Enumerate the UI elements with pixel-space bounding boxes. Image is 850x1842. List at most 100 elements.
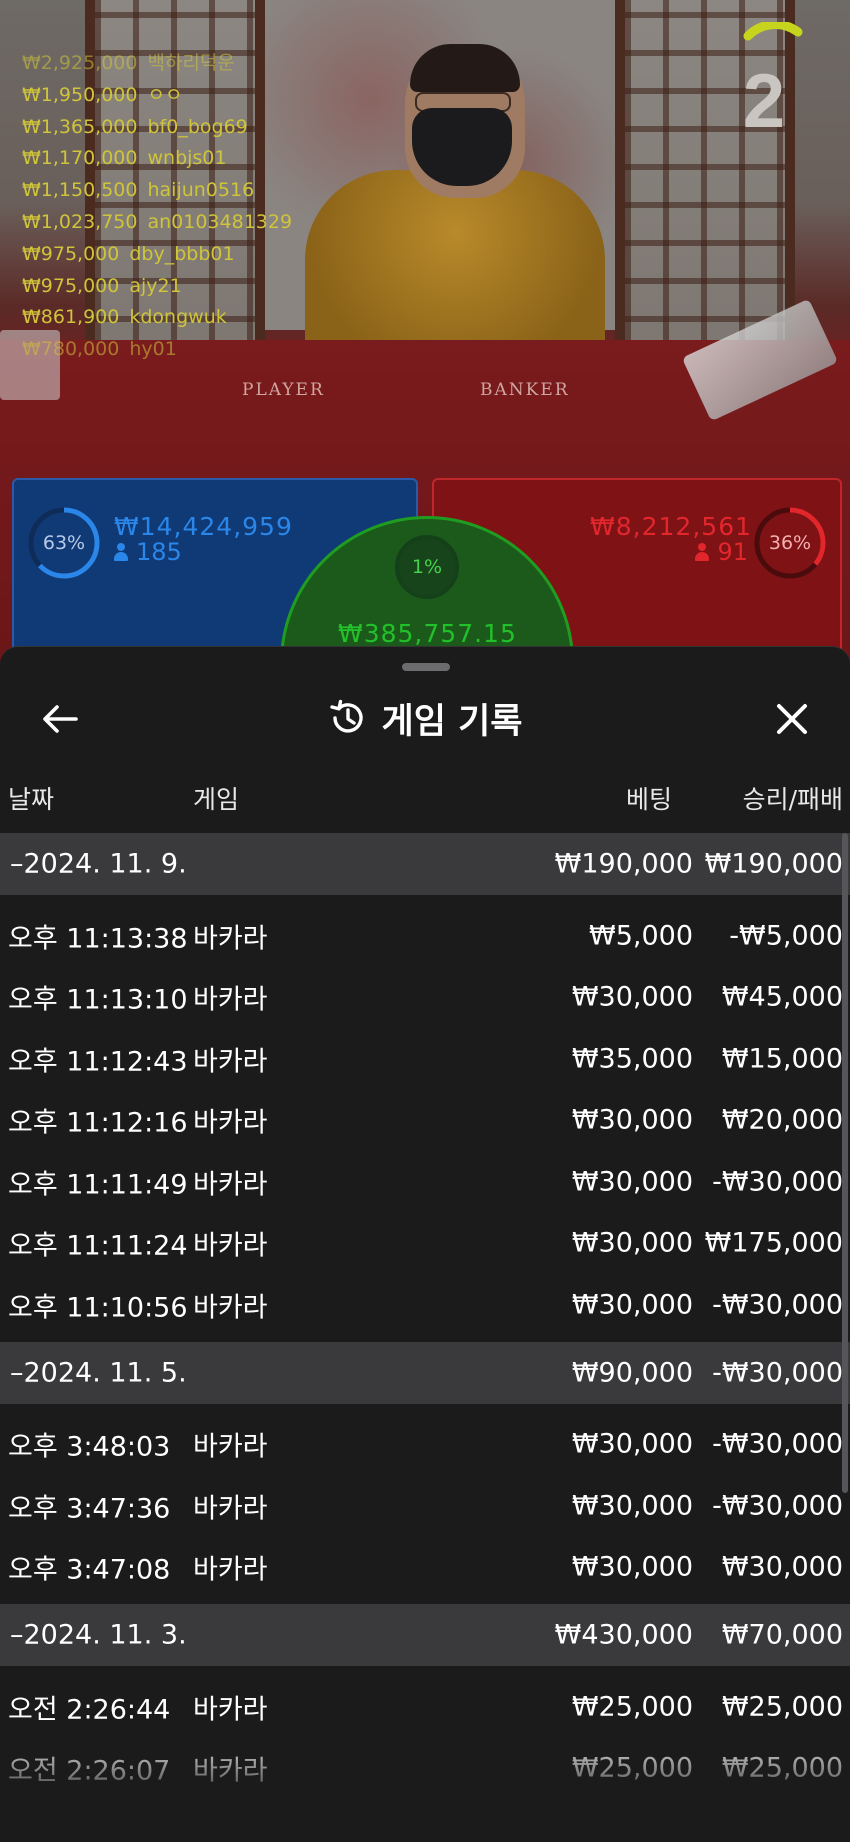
row-profit: ₩45,000 [721, 981, 843, 1013]
group-date: –2024. 11. 5. [10, 1357, 187, 1388]
row-game: 바카라 [193, 1431, 268, 1463]
table-row[interactable]: 오전 2:26:07 바카라 ₩25,000 ₩25,000 [0, 1738, 850, 1800]
history-icon [329, 699, 363, 733]
row-time: 오후 11:10:56 [8, 1292, 188, 1324]
row-game: 바카라 [193, 923, 268, 955]
table-row[interactable]: 오후 11:10:56 바카라 ₩30,000 -₩30,000 [0, 1274, 850, 1336]
leaderboard-username: dby_bbb01 [129, 242, 235, 265]
row-profit: ₩175,000 [704, 1227, 843, 1259]
countdown-timer: 2 [742, 59, 786, 144]
group-profit-total: ₩190,000 [704, 848, 843, 880]
row-game: 바카라 [193, 1292, 268, 1324]
winners-leaderboard: ₩2,925,000 백하리덕운 ₩1,950,000 ㅇㅇ ₩1,365,000 bf0… [22, 48, 292, 366]
row-spacer [0, 895, 850, 905]
group-bet-total: ₩190,000 [554, 848, 693, 880]
row-profit: ₩20,000 [721, 1104, 843, 1136]
row-profit: ₩15,000 [721, 1043, 843, 1075]
leaderboard-row: ₩975,000 ajy21 [22, 271, 292, 303]
player-total-amount: ₩14,424,959 [114, 512, 293, 541]
row-game: 바카라 [193, 1107, 268, 1139]
column-header-profit: 승리/패배 [742, 785, 843, 814]
banker-percent: 36% [768, 532, 812, 554]
row-game: 바카라 [193, 1169, 268, 1201]
date-group-row[interactable]: –2024. 11. 5. ₩90,000 -₩30,000 [0, 1341, 850, 1404]
leaderboard-username: ajy21 [129, 274, 182, 297]
table-row[interactable]: 오후 11:13:10 바카라 ₩30,000 ₩45,000 [0, 967, 850, 1029]
dealer-mask [412, 108, 512, 186]
row-profit: ₩25,000 [721, 1691, 843, 1723]
column-header-game: 게임 [193, 785, 240, 814]
leaderboard-amount: ₩1,950,000 [22, 83, 138, 106]
leaderboard-amount: ₩1,150,500 [22, 179, 138, 202]
close-button[interactable] [768, 695, 816, 743]
drag-handle[interactable] [402, 663, 450, 671]
game-history-sheet: 게임 기록 날짜 게임 베팅 승리/패배 –2024. 11. 9. ₩190,0… [0, 646, 850, 1842]
row-game: 바카라 [193, 1694, 268, 1726]
player-bettor-count: 185 [114, 538, 182, 566]
leaderboard-row: ₩975,000 dby_bbb01 [22, 239, 292, 271]
table-row[interactable]: 오후 3:47:36 바카라 ₩30,000 -₩30,000 [0, 1475, 850, 1537]
table-row[interactable]: 오후 11:13:38 바카라 ₩5,000 -₩5,000 [0, 905, 850, 967]
row-game: 바카라 [193, 1755, 268, 1787]
leaderboard-username: haijun0516 [147, 179, 255, 202]
scrollbar[interactable] [842, 833, 848, 1493]
row-game: 바카라 [193, 1493, 268, 1525]
leaderboard-amount: ₩975,000 [22, 242, 120, 265]
row-bet: ₩30,000 [571, 1551, 693, 1583]
dealer-hair [410, 44, 520, 92]
row-game: 바카라 [193, 1554, 268, 1586]
row-time: 오후 11:13:10 [8, 984, 188, 1016]
leaderboard-username: bf0_bog69 [147, 115, 248, 138]
table-row[interactable]: 오후 11:11:49 바카라 ₩30,000 -₩30,000 [0, 1151, 850, 1213]
column-header-bet: 베팅 [625, 785, 672, 814]
banker-bettor-count: 91 [695, 538, 748, 566]
history-table: –2024. 11. 9. ₩190,000 ₩190,000 오후 11:13:38… [0, 833, 850, 1799]
table-row[interactable]: 오후 3:48:03 바카라 ₩30,000 -₩30,000 [0, 1414, 850, 1476]
live-video-feed: PLAYER BANKER ₩2,925,000 백하리덕운 ₩1,950,000 ㅇ… [0, 0, 850, 680]
person-icon [114, 543, 128, 561]
date-group-row[interactable]: –2024. 11. 9. ₩190,000 ₩190,000 [0, 833, 850, 895]
row-bet: ₩25,000 [571, 1752, 693, 1784]
sheet-title: 게임 기록 [0, 683, 850, 753]
row-game: 바카라 [193, 1046, 268, 1078]
leaderboard-username: an0103481329 [147, 210, 293, 233]
banker-total-amount: ₩8,212,561 [590, 512, 752, 541]
row-bet: ₩30,000 [571, 1428, 693, 1460]
row-bet: ₩30,000 [571, 981, 693, 1013]
row-profit: -₩30,000 [712, 1428, 843, 1460]
row-bet: ₩30,000 [571, 1490, 693, 1522]
person-icon [695, 543, 710, 561]
table-row[interactable]: 오후 11:11:24 바카라 ₩30,000 ₩175,000 [0, 1213, 850, 1275]
group-profit-total: ₩70,000 [721, 1619, 843, 1651]
tie-percent: 1% [411, 556, 443, 578]
row-game: 바카라 [193, 1230, 268, 1262]
table-row[interactable]: 오전 2:26:44 바카라 ₩25,000 ₩25,000 [0, 1676, 850, 1738]
row-profit: -₩30,000 [712, 1490, 843, 1522]
group-date: –2024. 11. 9. [10, 848, 187, 880]
leaderboard-username: ㅇㅇ [147, 83, 183, 106]
leaderboard-username: kdongwuk [129, 306, 227, 329]
leaderboard-row: ₩1,150,500 haijun0516 [22, 175, 292, 207]
row-profit: -₩5,000 [729, 920, 843, 952]
tie-percent-ring: 1% [389, 529, 465, 605]
row-time: 오전 2:26:07 [8, 1755, 171, 1787]
table-row[interactable]: 오후 3:47:08 바카라 ₩30,000 ₩30,000 [0, 1537, 850, 1599]
row-bet: ₩35,000 [571, 1043, 693, 1075]
row-bet: ₩30,000 [571, 1289, 693, 1321]
row-bet: ₩5,000 [589, 920, 693, 952]
leaderboard-amount: ₩1,170,000 [22, 147, 138, 170]
player-percent: 63% [42, 532, 86, 554]
table-row[interactable]: 오후 11:12:43 바카라 ₩35,000 ₩15,000 [0, 1028, 850, 1090]
row-game: 바카라 [193, 984, 268, 1016]
leaderboard-username: 백하리덕운 [147, 52, 235, 74]
row-spacer [0, 1666, 850, 1676]
leaderboard-amount: ₩975,000 [22, 274, 120, 297]
leaderboard-row: ₩861,900 kdongwuk [22, 302, 292, 334]
table-row[interactable]: 오후 11:12:16 바카라 ₩30,000 ₩20,000 [0, 1090, 850, 1152]
row-bet: ₩30,000 [571, 1104, 693, 1136]
row-profit: -₩30,000 [712, 1166, 843, 1198]
column-header-date: 날짜 [8, 785, 55, 814]
row-bet: ₩25,000 [571, 1691, 693, 1723]
row-profit: ₩25,000 [721, 1752, 843, 1784]
date-group-row[interactable]: –2024. 11. 3. ₩430,000 ₩70,000 [0, 1604, 850, 1666]
